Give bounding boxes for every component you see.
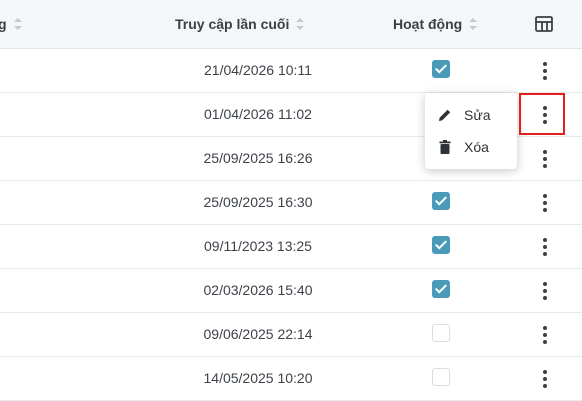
last-access-cell: 01/04/2026 11:02 xyxy=(204,106,312,122)
active-checkbox[interactable] xyxy=(432,236,450,254)
last-access-cell: 25/09/2025 16:30 xyxy=(203,194,313,210)
row-actions-button[interactable] xyxy=(533,277,557,304)
row-actions-button[interactable] xyxy=(533,365,557,392)
column-header-active-label: Hoạt động xyxy=(393,16,463,32)
table-row: 14/05/2025 10:20 xyxy=(0,357,582,401)
row-actions-button[interactable] xyxy=(533,233,557,260)
column-settings-button[interactable] xyxy=(535,0,553,48)
last-access-cell: 09/11/2023 13:25 xyxy=(204,238,312,254)
last-access-cell: 21/04/2026 10:11 xyxy=(204,62,312,78)
column-header-last-access-label: Truy cập lần cuối xyxy=(175,16,290,32)
table-row: 09/06/2025 22:14 xyxy=(0,313,582,357)
sort-icon[interactable] xyxy=(13,18,22,30)
row-actions-button[interactable] xyxy=(533,321,557,348)
last-access-cell: 14/05/2025 10:20 xyxy=(203,370,313,386)
sort-icon[interactable] xyxy=(469,18,478,30)
row-actions-button[interactable] xyxy=(533,101,557,128)
menu-item-delete-label: Xóa xyxy=(464,139,489,155)
row-actions-button[interactable] xyxy=(533,189,557,216)
column-header-partial-label: g xyxy=(0,16,7,32)
table-row: 09/11/2023 13:25 xyxy=(0,225,582,269)
menu-item-delete[interactable]: Xóa xyxy=(425,131,517,163)
table-row: 25/09/2025 16:30 xyxy=(0,181,582,225)
active-checkbox[interactable] xyxy=(432,280,450,298)
table-row: 21/04/2026 10:11 xyxy=(0,49,582,93)
trash-icon xyxy=(439,140,451,154)
last-access-cell: 02/03/2026 15:40 xyxy=(203,282,313,298)
column-header-last-access[interactable]: Truy cập lần cuối xyxy=(175,0,305,48)
menu-item-edit[interactable]: Sửa xyxy=(425,99,517,131)
table-row: 02/03/2026 15:40 xyxy=(0,269,582,313)
column-header-partial[interactable]: g xyxy=(0,0,22,48)
active-checkbox[interactable] xyxy=(432,368,450,386)
active-checkbox[interactable] xyxy=(432,60,450,78)
last-access-cell: 25/09/2025 16:26 xyxy=(203,150,313,166)
column-header-active[interactable]: Hoạt động xyxy=(393,0,478,48)
menu-item-edit-label: Sửa xyxy=(464,107,491,123)
row-actions-button[interactable] xyxy=(533,57,557,84)
active-checkbox[interactable] xyxy=(432,324,450,342)
table-columns-icon xyxy=(535,16,553,32)
pencil-icon xyxy=(439,109,451,121)
row-context-menu: Sửa Xóa xyxy=(425,93,517,169)
sort-icon[interactable] xyxy=(296,18,305,30)
table-header: g Truy cập lần cuối Hoạt động xyxy=(0,0,582,49)
active-checkbox[interactable] xyxy=(432,192,450,210)
last-access-cell: 09/06/2025 22:14 xyxy=(203,326,313,342)
row-actions-button[interactable] xyxy=(533,145,557,172)
